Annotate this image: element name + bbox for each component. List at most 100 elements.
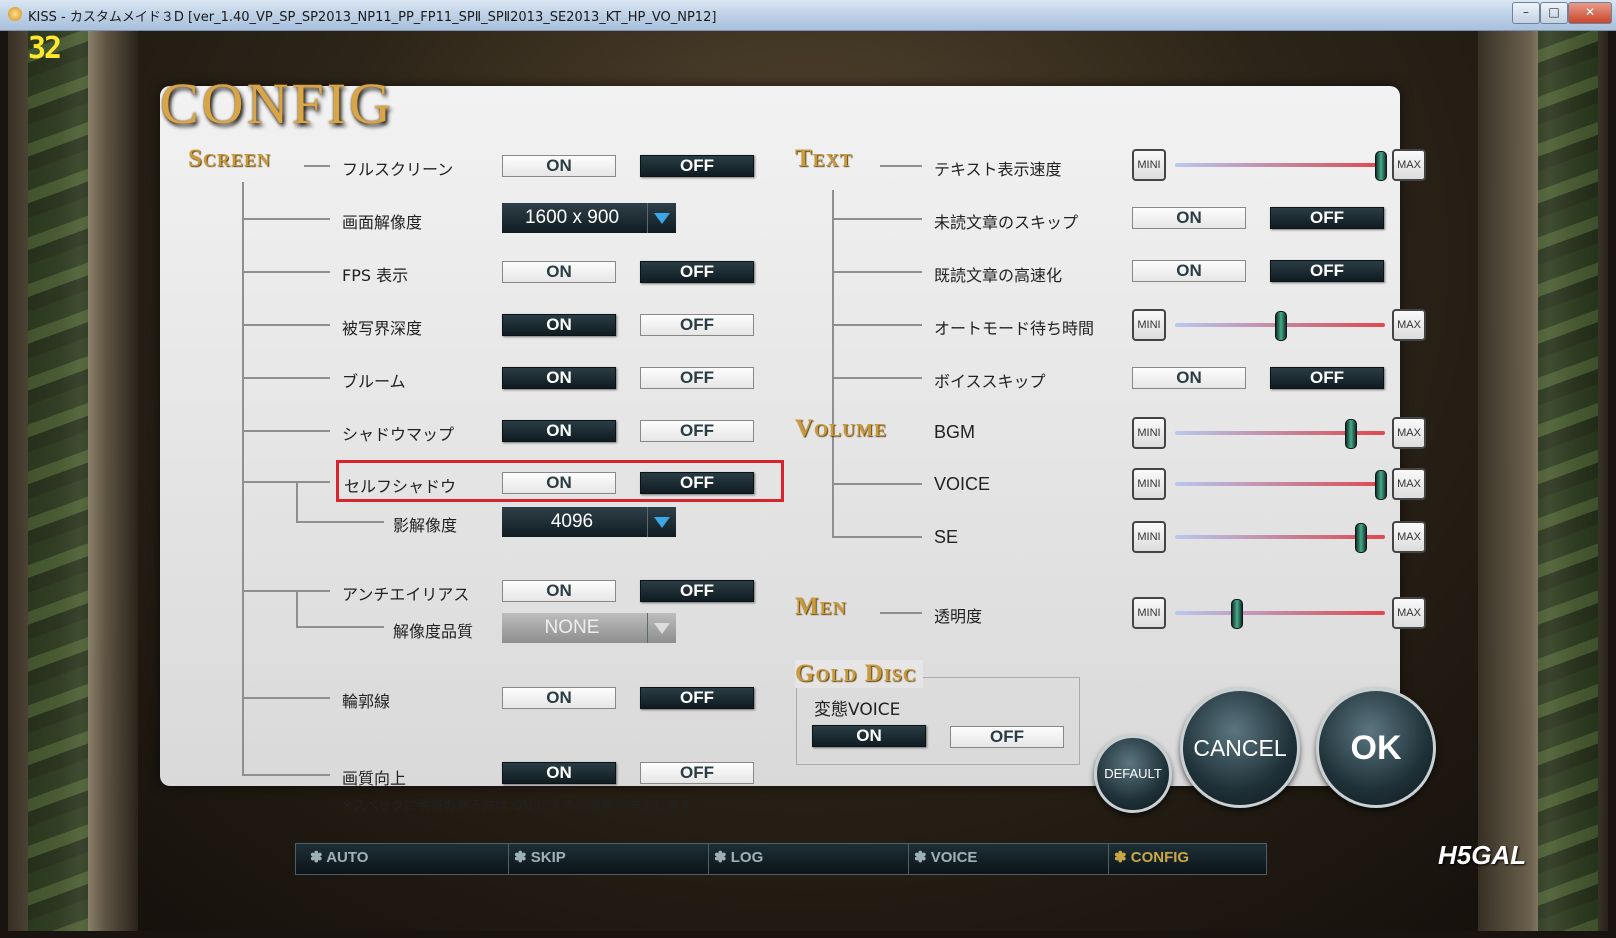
auto-wait-min-button[interactable]: MINI (1132, 309, 1166, 341)
antialias-off-button[interactable]: OFF (640, 580, 754, 602)
tree-branch (296, 521, 384, 523)
fast-read-off-button[interactable]: OFF (1270, 260, 1384, 282)
bloom-on-button[interactable]: ON (502, 367, 616, 389)
se-label: SE (934, 527, 959, 547)
bgm-knob[interactable] (1345, 419, 1357, 449)
maximize-button[interactable]: □ (1540, 2, 1568, 24)
tree-branch (244, 481, 330, 483)
volume-tree-line (832, 450, 834, 538)
se-min-button[interactable]: MINI (1132, 521, 1166, 553)
right-vines (1538, 31, 1598, 931)
bottom-item-label: LOG (730, 849, 764, 866)
bottom-item-auto[interactable]: ✽ AUTO (310, 848, 368, 866)
fullscreen-on-button[interactable]: ON (502, 155, 616, 177)
quality-up-off-button[interactable]: OFF (640, 762, 754, 784)
default-button[interactable]: DEFAULT (1094, 735, 1172, 813)
tree-branch (834, 271, 922, 273)
tree-branch (304, 165, 330, 167)
hentai-voice-on-button[interactable]: ON (812, 725, 926, 747)
fast-read-on-button[interactable]: ON (1132, 260, 1246, 282)
bgm-min-button[interactable]: MINI (1132, 417, 1166, 449)
bar-divider (908, 844, 909, 874)
se-track[interactable] (1175, 535, 1385, 539)
bottom-item-log[interactable]: ✽ LOG (714, 848, 763, 866)
skip-unread-on-button[interactable]: ON (1132, 207, 1246, 229)
voice-max-button[interactable]: MAX (1392, 468, 1426, 500)
chevron-down-icon (647, 613, 676, 643)
resolution-dropdown[interactable]: 1600 x 900 (502, 203, 676, 233)
bloom-label: ブルーム (342, 372, 406, 391)
bottom-item-label: VOICE (930, 849, 978, 866)
shadow-resolution-value: 4096 (550, 511, 594, 532)
fps-display-on-button[interactable]: ON (502, 261, 616, 283)
text-speed-knob[interactable] (1375, 151, 1387, 181)
bgm-max-button[interactable]: MAX (1392, 417, 1426, 449)
tree-branch (296, 481, 298, 523)
text-speed-max-button[interactable]: MAX (1392, 149, 1426, 181)
antialias-on-button[interactable]: ON (502, 580, 616, 602)
tree-branch (244, 430, 330, 432)
auto-wait-max-button[interactable]: MAX (1392, 309, 1426, 341)
voice-skip-off-button[interactable]: OFF (1270, 367, 1384, 389)
tree-branch (880, 165, 922, 167)
resolution-label: 画面解像度 (342, 213, 423, 232)
auto-wait-knob[interactable] (1275, 311, 1287, 341)
bar-divider (708, 844, 709, 874)
depth-of-field-off-button[interactable]: OFF (640, 314, 754, 336)
transparency-max-button[interactable]: MAX (1392, 597, 1426, 629)
hentai-voice-label: 変態VOICE (814, 700, 901, 720)
voice-skip-label: ボイススキップ (934, 372, 1046, 391)
minimize-button[interactable]: – (1512, 2, 1540, 24)
transparency-track[interactable] (1175, 611, 1385, 615)
shadow-map-off-button[interactable]: OFF (640, 420, 754, 442)
section-text: Text (795, 145, 853, 172)
tree-branch (834, 324, 922, 326)
fps-counter: 32 (28, 31, 62, 66)
bottom-item-config[interactable]: ✽ CONFIG (1114, 848, 1189, 866)
transparency-label: 透明度 (934, 607, 983, 626)
fast-read-label: 既読文章の高速化 (934, 266, 1063, 285)
shadow-map-label: シャドウマップ (342, 425, 455, 444)
text-speed-label: テキスト表示速度 (934, 160, 1062, 179)
quality-up-on-button[interactable]: ON (502, 762, 616, 784)
aa-quality-dropdown[interactable]: NONE (502, 613, 676, 643)
outline-off-button[interactable]: OFF (640, 687, 754, 709)
bloom-off-button[interactable]: OFF (640, 367, 754, 389)
transparency-min-button[interactable]: MINI (1132, 597, 1166, 629)
shadow-resolution-dropdown[interactable]: 4096 (502, 507, 676, 537)
aa-quality-label: 解像度品質 (393, 622, 474, 641)
title-bar: KISS - カスタムメイド３D [ver_1.40_VP_SP_SP2013_… (0, 0, 1616, 31)
tree-branch (244, 271, 330, 273)
se-knob[interactable] (1355, 523, 1367, 553)
voice-knob[interactable] (1375, 470, 1387, 500)
fullscreen-off-button[interactable]: OFF (640, 155, 754, 177)
outline-on-button[interactable]: ON (502, 687, 616, 709)
skip-unread-off-button[interactable]: OFF (1270, 207, 1384, 229)
bar-divider (508, 844, 509, 874)
text-speed-track[interactable] (1175, 163, 1385, 167)
bottom-item-label: AUTO (326, 849, 369, 866)
cancel-button[interactable]: CANCEL (1180, 688, 1300, 808)
se-max-button[interactable]: MAX (1392, 521, 1426, 553)
text-speed-min-button[interactable]: MINI (1132, 149, 1166, 181)
bottom-item-voice[interactable]: ✽ VOICE (914, 848, 977, 866)
auto-wait-label: オートモード待ち時間 (934, 319, 1095, 338)
tree-branch (834, 483, 922, 485)
aa-quality-value: NONE (544, 617, 600, 638)
quality-up-label: 画質向上 (342, 769, 407, 788)
self-shadow-off-button[interactable]: OFF (640, 472, 754, 494)
voice-min-button[interactable]: MINI (1132, 468, 1166, 500)
depth-of-field-on-button[interactable]: ON (502, 314, 616, 336)
close-button[interactable]: ✕ (1568, 2, 1612, 24)
left-vines (28, 31, 88, 931)
ok-button[interactable]: OK (1316, 688, 1436, 808)
voice-skip-on-button[interactable]: ON (1132, 367, 1246, 389)
bottom-item-skip[interactable]: ✽ SKIP (514, 848, 566, 866)
shadow-map-on-button[interactable]: ON (502, 420, 616, 442)
voice-track[interactable] (1175, 482, 1385, 486)
self-shadow-on-button[interactable]: ON (502, 472, 616, 494)
gold-disc-box (796, 677, 1080, 765)
hentai-voice-off-button[interactable]: OFF (950, 726, 1064, 748)
transparency-knob[interactable] (1231, 599, 1243, 629)
fps-display-off-button[interactable]: OFF (640, 261, 754, 283)
